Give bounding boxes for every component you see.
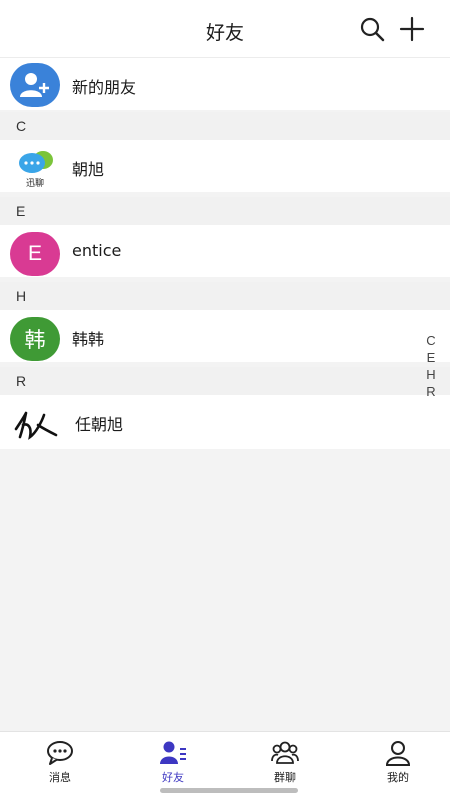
tab-label: 群聊 xyxy=(274,771,296,784)
avatar: E xyxy=(10,232,60,276)
svg-text:迅聊: 迅聊 xyxy=(26,177,44,189)
section-letter: R xyxy=(16,373,27,389)
tab-me[interactable]: 我的 xyxy=(368,738,428,788)
section-header-c: C xyxy=(0,112,450,140)
tab-friends[interactable]: 好友 xyxy=(143,738,203,788)
section-header-r: R xyxy=(0,367,450,395)
contact-row[interactable]: 迅聊 朝旭 xyxy=(0,140,450,192)
tab-messages[interactable]: 消息 xyxy=(30,738,90,788)
index-letter[interactable]: H xyxy=(423,366,439,383)
group-icon xyxy=(271,740,299,766)
section-letter: E xyxy=(16,203,26,219)
new-friend-row[interactable]: 新的朋友 xyxy=(0,58,450,110)
contact-name: 韩韩 xyxy=(72,330,105,349)
avatar: 韩 xyxy=(10,317,60,361)
index-letter[interactable]: C xyxy=(423,332,439,349)
alphabet-index[interactable]: C E H R xyxy=(423,332,439,400)
add-user-icon xyxy=(10,63,60,107)
xunliao-logo-icon: 迅聊 xyxy=(10,146,60,190)
section-letter: C xyxy=(16,118,27,134)
contact-name: 任朝旭 xyxy=(75,415,124,434)
tab-label: 消息 xyxy=(49,771,71,784)
section-header-h: H xyxy=(0,282,450,310)
contact-row[interactable]: E entice xyxy=(0,225,450,277)
index-letter[interactable]: R xyxy=(423,383,439,400)
signature-avatar-icon xyxy=(10,403,60,447)
tab-label: 我的 xyxy=(387,771,409,784)
tab-label: 好友 xyxy=(162,771,184,784)
home-indicator xyxy=(160,788,298,793)
section-header-e: E xyxy=(0,197,450,225)
contact-row[interactable]: 任朝旭 xyxy=(0,395,450,449)
top-bar: 好友 xyxy=(0,0,450,58)
plus-icon[interactable] xyxy=(398,15,426,43)
contact-row[interactable]: 韩 韩韩 xyxy=(0,310,450,362)
contact-name: entice xyxy=(72,241,122,260)
person-icon xyxy=(384,740,412,766)
index-letter[interactable]: E xyxy=(423,349,439,366)
section-letter: H xyxy=(16,288,27,304)
new-friend-label: 新的朋友 xyxy=(72,78,137,97)
chat-bubble-icon xyxy=(46,740,74,766)
contact-name: 朝旭 xyxy=(72,160,105,179)
tab-groups[interactable]: 群聊 xyxy=(255,738,315,788)
search-icon[interactable] xyxy=(358,15,386,43)
contacts-icon xyxy=(159,740,187,766)
